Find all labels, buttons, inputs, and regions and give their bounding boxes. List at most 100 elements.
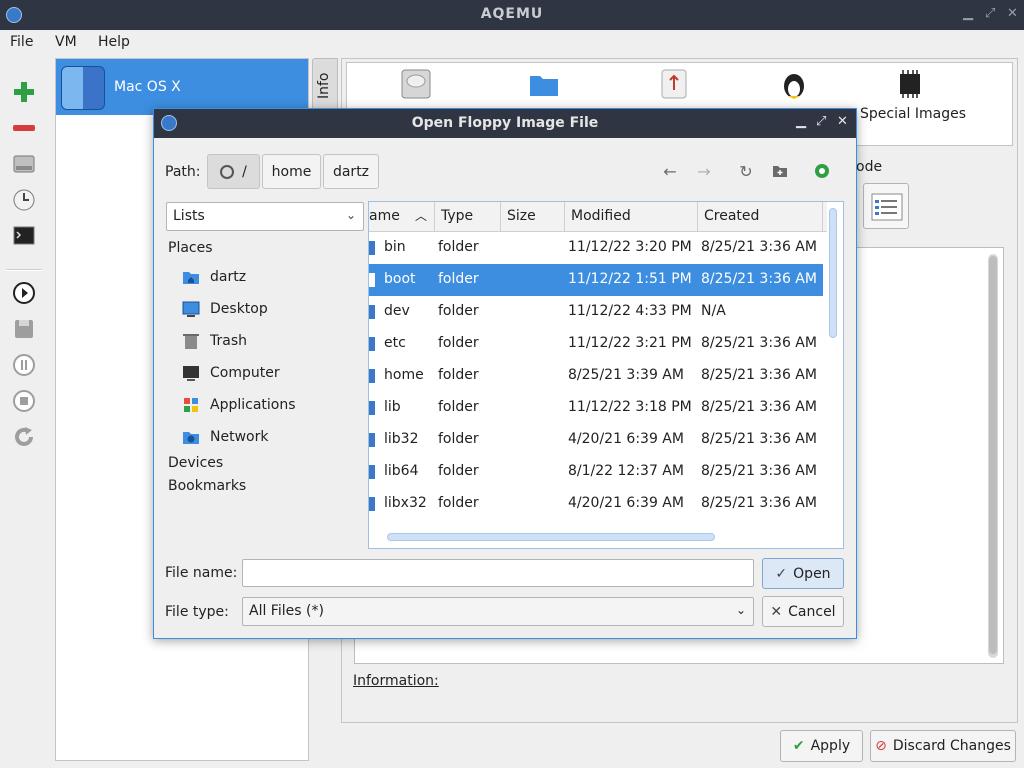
save-vm-button[interactable] xyxy=(10,315,38,343)
linux-tux-icon[interactable] xyxy=(778,68,810,100)
save-icon xyxy=(15,320,33,338)
close-icon[interactable]: ✕ xyxy=(1007,6,1018,21)
pause-vm-button[interactable] xyxy=(10,351,38,379)
vm-terminal-button[interactable] xyxy=(10,222,38,250)
toolbar-separator xyxy=(6,269,42,271)
breadcrumb-root[interactable]: / xyxy=(207,154,260,189)
file-created: 8/25/21 3:36 AM xyxy=(701,239,817,255)
new-folder-icon[interactable] xyxy=(770,161,790,181)
back-arrow-icon[interactable]: ← xyxy=(660,161,680,181)
file-row[interactable]: libx32 folder 4/20/21 6:39 AM 8/25/21 3:… xyxy=(369,488,823,520)
minimize-icon[interactable]: ▁ xyxy=(963,6,973,21)
file-type: folder xyxy=(438,303,479,319)
chip-special-images-icon[interactable] xyxy=(894,68,926,100)
file-name-label: File name: xyxy=(165,565,238,581)
column-modified-label: Modified xyxy=(571,208,631,224)
info-scrollbar-thumb[interactable] xyxy=(989,256,997,654)
file-name: boot xyxy=(384,271,416,287)
file-row-selected[interactable]: boot folder 11/12/22 1:51 PM 8/25/21 3:3… xyxy=(369,264,823,296)
open-button[interactable]: ✓ Open xyxy=(762,558,844,589)
dialog-maximize-icon[interactable]: ⤢ xyxy=(816,114,826,129)
info-scrollbar[interactable] xyxy=(988,254,998,658)
bookmarks-header[interactable]: Bookmarks xyxy=(168,478,246,494)
dialog-titlebar[interactable]: Open Floppy Image File ▁ ⤢ ✕ xyxy=(154,109,856,138)
view-mode-button[interactable] xyxy=(863,183,909,229)
reload-icon[interactable]: ↻ xyxy=(736,161,756,181)
file-row[interactable]: lib folder 11/12/22 3:18 PM 8/25/21 3:36… xyxy=(369,392,823,424)
file-row[interactable]: lib32 folder 4/20/21 6:39 AM 8/25/21 3:3… xyxy=(369,424,823,456)
apply-button[interactable]: ✔ Apply xyxy=(780,730,863,762)
file-row[interactable]: dev folder 11/12/22 4:33 PM N/A xyxy=(369,296,823,328)
file-list-vertical-scrollbar[interactable] xyxy=(829,208,837,338)
place-item-dartz[interactable]: dartz xyxy=(182,265,246,289)
menu-vm[interactable]: VM xyxy=(55,34,77,50)
column-created-header[interactable]: Created xyxy=(698,202,823,232)
check-icon: ✔ xyxy=(792,738,805,754)
dialog-close-icon[interactable]: ✕ xyxy=(837,114,848,129)
main-titlebar[interactable]: AQEMU ▁ ⤢ ✕ xyxy=(0,0,1024,30)
file-type-combo[interactable]: All Files (*) ⌄ xyxy=(242,597,754,626)
folder-icon xyxy=(369,401,375,415)
file-name-input[interactable] xyxy=(242,559,754,587)
place-label: Desktop xyxy=(210,301,268,317)
file-created: 8/25/21 3:36 AM xyxy=(701,367,817,383)
file-created: N/A xyxy=(701,303,726,319)
reload-icon xyxy=(15,427,33,446)
place-item-network[interactable]: Network xyxy=(182,425,268,449)
apply-label: Apply xyxy=(810,738,851,754)
place-item-desktop[interactable]: Desktop xyxy=(182,297,268,321)
file-row[interactable]: home folder 8/25/21 3:39 AM 8/25/21 3:36… xyxy=(369,360,823,392)
usb-device-icon[interactable] xyxy=(658,68,690,100)
file-created: 8/25/21 3:36 AM xyxy=(701,495,817,511)
menu-file[interactable]: File xyxy=(10,34,33,50)
path-label: Path: xyxy=(165,164,201,180)
place-item-applications[interactable]: Applications xyxy=(182,393,296,417)
start-vm-button[interactable] xyxy=(10,279,38,307)
column-size-header[interactable]: Size xyxy=(501,202,565,232)
folder-icon xyxy=(369,497,375,511)
hard-disk-device-icon[interactable] xyxy=(400,68,432,100)
column-name-header[interactable]: ame ︿ xyxy=(369,202,435,232)
file-row[interactable]: etc folder 11/12/22 3:21 PM 8/25/21 3:36… xyxy=(369,328,823,360)
maximize-icon[interactable]: ⤢ xyxy=(985,6,995,21)
menu-help[interactable]: Help xyxy=(98,34,130,50)
sidebar-view-combo[interactable]: Lists ⌄ xyxy=(166,202,364,231)
vm-disk-button[interactable] xyxy=(10,150,38,178)
add-vm-button[interactable] xyxy=(10,78,38,106)
discard-changes-button[interactable]: ⊘ Discard Changes xyxy=(870,730,1016,762)
information-label: Information: xyxy=(353,673,439,689)
file-type: folder xyxy=(438,399,479,415)
devices-header[interactable]: Devices xyxy=(168,455,223,471)
sort-ascending-icon: ︿ xyxy=(415,209,428,223)
reset-vm-button[interactable] xyxy=(10,423,38,451)
file-modified: 11/12/22 3:18 PM xyxy=(568,399,692,415)
forward-arrow-icon[interactable]: → xyxy=(694,161,714,181)
dialog-title: Open Floppy Image File xyxy=(411,115,599,131)
file-row[interactable]: bin folder 11/12/22 3:20 PM 8/25/21 3:36… xyxy=(369,232,823,264)
vm-clock-button[interactable] xyxy=(10,186,38,214)
special-images-label: Special Images xyxy=(860,106,967,122)
discard-icon: ⊘ xyxy=(875,738,887,754)
breadcrumb-dartz[interactable]: dartz xyxy=(323,154,379,189)
column-type-header[interactable]: Type xyxy=(435,202,501,232)
file-row[interactable]: lib64 folder 8/1/22 12:37 AM 8/25/21 3:3… xyxy=(369,456,823,488)
file-type: folder xyxy=(438,495,479,511)
vm-list-item[interactable]: Mac OS X xyxy=(56,59,308,115)
sidebar-view-value: Lists xyxy=(173,208,205,224)
view-options-icon[interactable] xyxy=(812,161,832,181)
place-label: dartz xyxy=(210,269,247,285)
column-modified-header[interactable]: Modified xyxy=(565,202,698,232)
dialog-minimize-icon[interactable]: ▁ xyxy=(796,114,806,129)
place-item-computer[interactable]: Computer xyxy=(182,361,280,385)
stop-vm-button[interactable] xyxy=(10,387,38,415)
folder-device-icon[interactable] xyxy=(528,68,560,100)
place-item-trash[interactable]: Trash xyxy=(182,329,247,353)
breadcrumb-home[interactable]: home xyxy=(262,154,321,189)
vm-name: Mac OS X xyxy=(114,79,181,95)
cancel-button[interactable]: ✕ Cancel xyxy=(762,596,844,627)
remove-vm-button[interactable] xyxy=(10,114,38,142)
mode-label: ode xyxy=(856,159,883,175)
hard-disk-icon xyxy=(13,155,35,173)
file-list-horizontal-scrollbar[interactable] xyxy=(387,533,715,541)
file-created: 8/25/21 3:36 AM xyxy=(701,271,817,287)
